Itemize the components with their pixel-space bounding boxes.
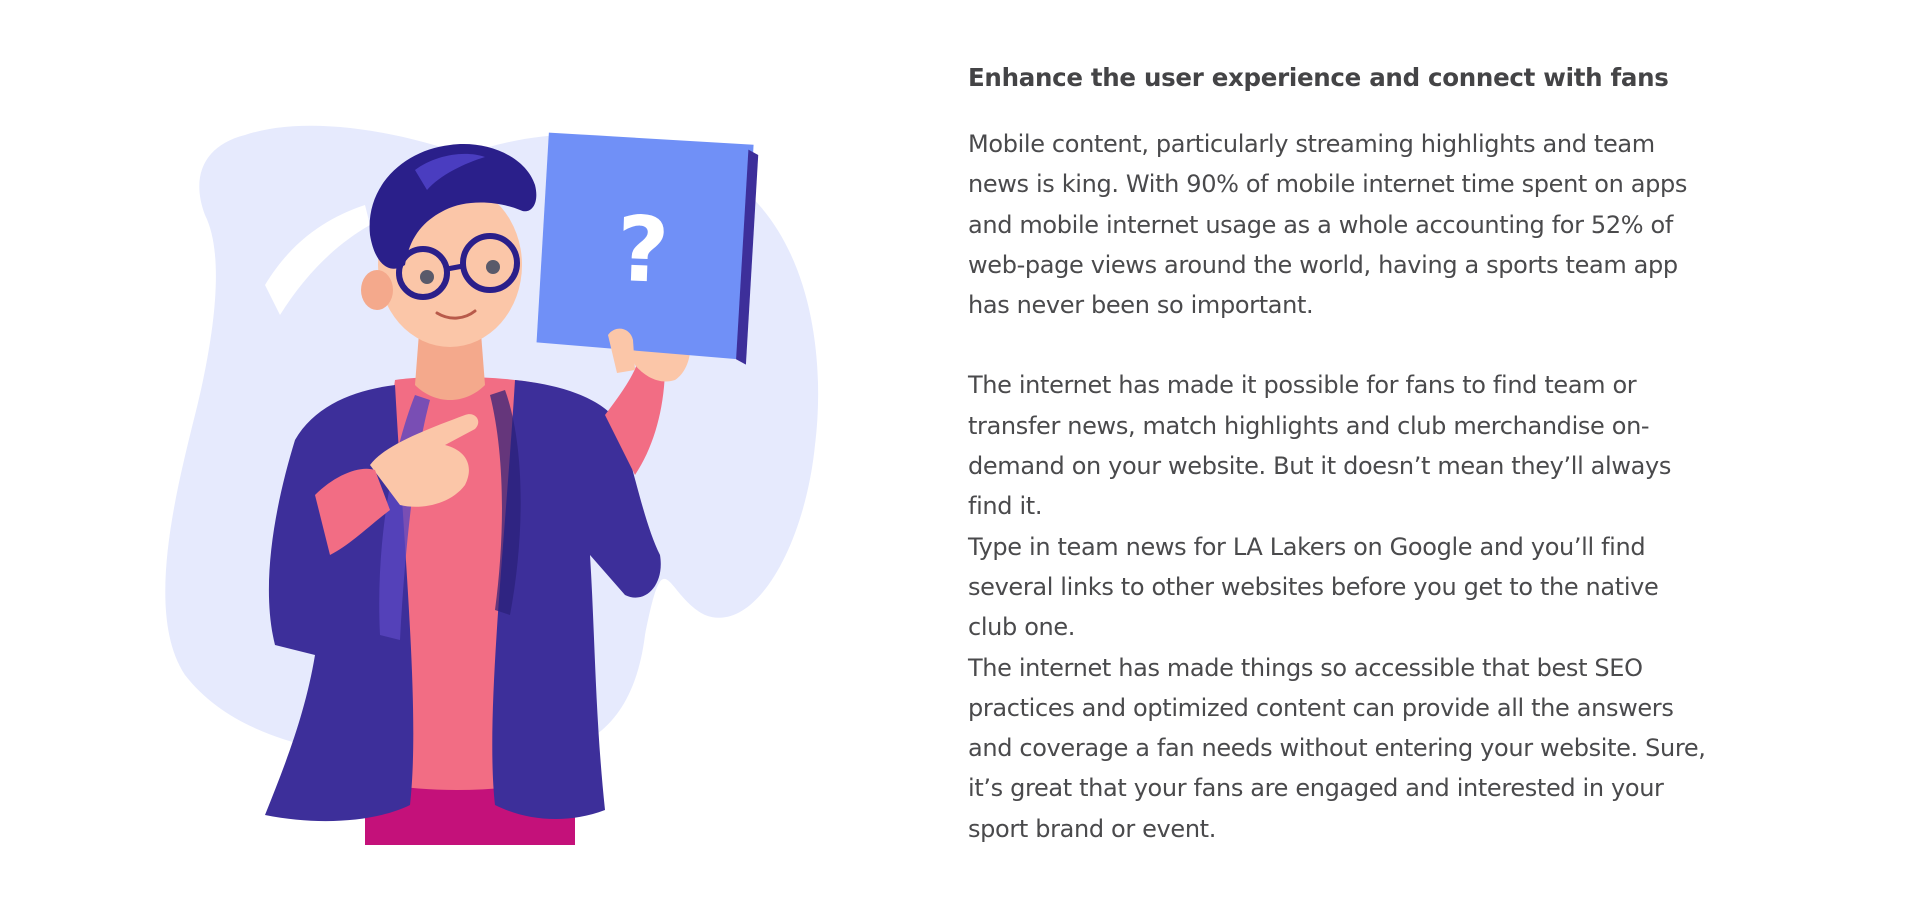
paragraph-internet-fans: The internet has made it possible for fa…	[968, 371, 1671, 521]
paragraph-lakers-example: Type in team news for LA Lakers on Googl…	[968, 532, 1659, 642]
right-eye	[486, 260, 500, 274]
ear	[361, 270, 393, 310]
illustration-svg: ?	[165, 125, 819, 845]
content-section: ? Enhance the user experience and connec…	[0, 0, 1920, 916]
section-heading: Enhance the user experience and connect …	[968, 63, 1669, 92]
question-card: ?	[536, 132, 759, 365]
paragraph-seo: The internet has made things so accessib…	[968, 653, 1706, 843]
person-with-question-card-illustration: ?	[165, 115, 845, 855]
left-eye	[420, 270, 434, 284]
question-mark: ?	[615, 197, 671, 304]
paragraph-mobile-content: Mobile content, particularly streaming h…	[968, 130, 1688, 320]
text-content: Enhance the user experience and connect …	[968, 60, 1708, 849]
glasses-bridge	[446, 263, 464, 272]
